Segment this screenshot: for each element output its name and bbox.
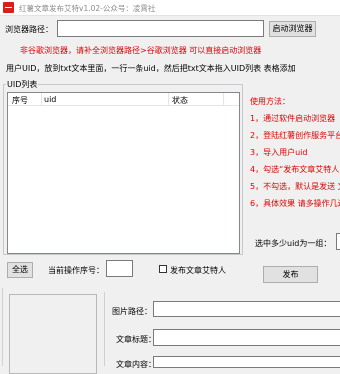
publish-button[interactable]: 发布: [263, 266, 318, 283]
usage-step: 2，登陆红薯创作服务平台: [250, 131, 340, 140]
column-header-uid[interactable]: uid: [44, 95, 56, 104]
browser-path-input[interactable]: [57, 20, 264, 37]
image-path-input[interactable]: [153, 301, 340, 317]
current-index-label: 当前操作序号：: [48, 266, 104, 275]
uid-list-group-title: UID列表: [6, 79, 39, 90]
image-path-label: 图片路径：: [112, 307, 152, 316]
group-size-input[interactable]: [336, 233, 340, 250]
uid-table-header: 序号 uid 状态: [8, 93, 239, 106]
usage-step: 5，不勾选，默认是发送 文: [250, 182, 340, 191]
column-divider[interactable]: [168, 93, 169, 105]
article-title-label: 文章标题：: [116, 335, 156, 344]
mention-checkbox-label[interactable]: 发布文章艾特人: [170, 265, 226, 276]
column-header-index[interactable]: 序号: [12, 95, 28, 106]
column-divider[interactable]: [41, 93, 42, 105]
usage-step: 6，具体效果 请多操作几遍: [250, 199, 340, 208]
article-title-input[interactable]: [153, 329, 340, 346]
column-divider[interactable]: [223, 93, 224, 105]
article-content-label: 文章内容：: [116, 360, 156, 369]
usage-step: 1，通过软件启动浏览器: [250, 114, 336, 123]
title-bar: 红薯文章发布艾特v1.02-公众号：凌霄社: [0, 0, 340, 16]
divider: [104, 292, 105, 366]
select-all-button[interactable]: 全选: [7, 262, 33, 278]
column-header-status[interactable]: 状态: [172, 95, 188, 106]
window-title: 红薯文章发布艾特v1.02-公众号：凌霄社: [19, 4, 156, 13]
app-icon: [3, 2, 14, 13]
current-index-input[interactable]: [106, 260, 133, 277]
browser-warning-text: 非谷歌浏览器，请补全浏览器路径>谷歌浏览器 可以直接启动浏览器: [20, 46, 262, 55]
mention-checkbox[interactable]: [159, 265, 167, 273]
uid-table[interactable]: 序号 uid 状态: [7, 92, 240, 254]
usage-title: 使用方法：: [250, 97, 290, 106]
usage-step: 3，导入用户uid: [250, 148, 308, 157]
group-size-label: 选中多少uid为一组：: [255, 239, 332, 248]
image-preview-box: [9, 294, 97, 374]
browser-path-label: 浏览器路径：: [5, 25, 53, 34]
article-content-input[interactable]: [153, 356, 340, 368]
divider: [2, 288, 3, 366]
launch-browser-button[interactable]: 启动浏览器: [269, 21, 316, 37]
uid-instruction-text: 用户UID，放到txt文本里面，一行一条uid，然后把txt文本拖入UID列表 …: [6, 64, 296, 73]
usage-step: 4，勾选“发布文章艾特人: [250, 165, 340, 174]
